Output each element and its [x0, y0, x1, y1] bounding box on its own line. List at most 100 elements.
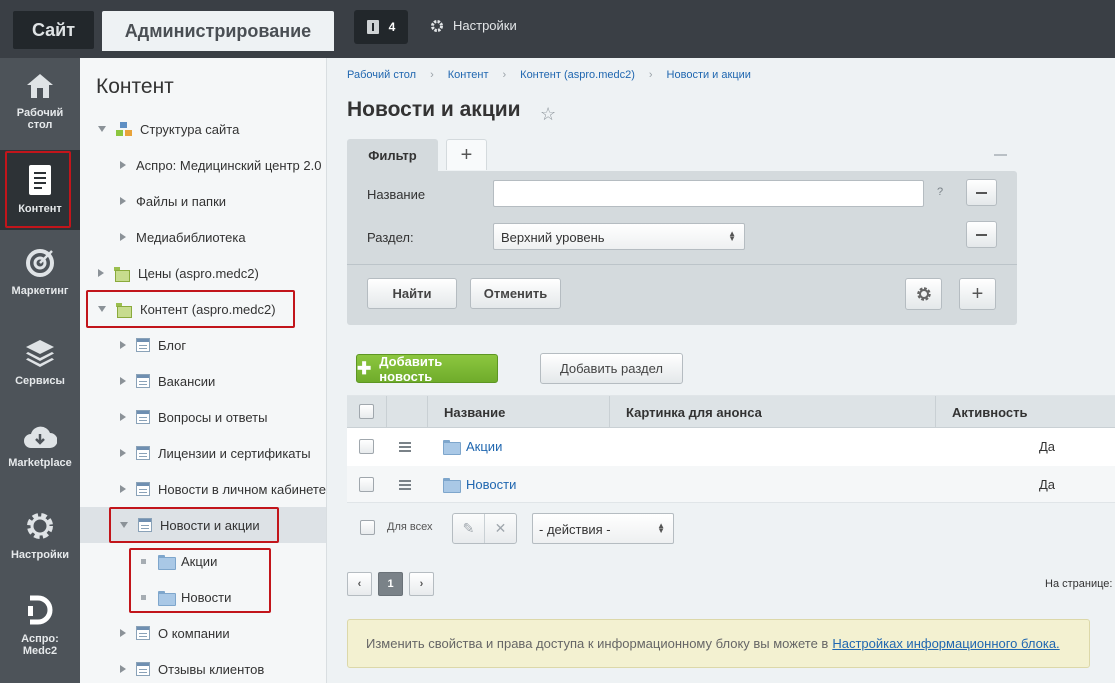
- breadcrumb-item[interactable]: Новости и акции: [667, 69, 751, 81]
- expand-arrow-icon[interactable]: [120, 629, 126, 637]
- filter-tab[interactable]: Фильтр: [347, 139, 438, 172]
- actions-select-value: - действия -: [539, 522, 611, 537]
- expand-arrow-icon[interactable]: [120, 161, 126, 169]
- tree-item-prices[interactable]: Цены (aspro.medc2): [80, 255, 326, 291]
- column-header-active[interactable]: Активность: [936, 396, 1115, 428]
- filter-section-select[interactable]: Верхний уровень ▲ ▼: [493, 223, 745, 250]
- tab-administration[interactable]: Администрирование: [102, 11, 334, 51]
- info-note: Изменить свойства и права доступа к инфо…: [347, 619, 1090, 668]
- breadcrumb-separator: ›: [502, 69, 507, 81]
- folder-icon: [443, 478, 461, 493]
- expand-arrow-icon[interactable]: [120, 449, 126, 457]
- menu-aspro-label-2: Medc2: [22, 645, 58, 657]
- tree-item-label: Файлы и папки: [136, 193, 227, 209]
- breadcrumb-separator: ›: [430, 69, 434, 81]
- tree-item-cabinet-news[interactable]: Новости в личном кабинете: [80, 471, 326, 507]
- row-active-value: Да: [1039, 439, 1056, 454]
- edit-pencil-icon[interactable]: ✎: [453, 514, 485, 543]
- top-settings-link[interactable]: Настройки: [430, 18, 517, 33]
- highlight-box: [109, 507, 279, 543]
- cancel-button[interactable]: Отменить: [470, 278, 561, 309]
- tree-item-site-structure[interactable]: Структура сайта: [80, 111, 326, 147]
- gear-icon: [431, 19, 443, 32]
- add-section-button[interactable]: Добавить раздел: [540, 353, 683, 384]
- top-bar: Сайт Администрирование 4 Настройки: [0, 0, 1115, 58]
- menu-settings[interactable]: Настройки: [0, 510, 80, 561]
- menu-marketplace[interactable]: Marketplace: [0, 424, 80, 469]
- favorite-star-icon[interactable]: ☆: [540, 104, 556, 125]
- filter-minimize-icon[interactable]: [994, 154, 1007, 156]
- breadcrumb-item[interactable]: Контент: [448, 69, 489, 81]
- tree-item-reviews[interactable]: Отзывы клиентов: [80, 651, 326, 683]
- prev-page-button[interactable]: ‹: [347, 572, 372, 596]
- expand-arrow-icon[interactable]: [98, 269, 104, 277]
- row-menu-icon[interactable]: [399, 480, 411, 482]
- remove-name-filter-button[interactable]: [966, 179, 997, 206]
- tree-item-faq[interactable]: Вопросы и ответы: [80, 399, 326, 435]
- expand-arrow-icon[interactable]: [120, 377, 126, 385]
- breadcrumb-item[interactable]: Контент (aspro.medc2): [520, 69, 635, 81]
- filter-name-input[interactable]: [493, 180, 924, 207]
- filter-settings-button[interactable]: [905, 278, 942, 310]
- select-all-checkbox[interactable]: [359, 404, 374, 419]
- table-row[interactable]: Акции Да: [347, 428, 1115, 466]
- table-header: Название Картинка для анонса Активность: [347, 396, 1115, 428]
- tree-item-label: Отзывы клиентов: [158, 661, 265, 677]
- row-name-link[interactable]: Новости: [443, 477, 516, 493]
- delete-x-icon[interactable]: ✕: [485, 514, 516, 543]
- row-active-value: Да: [1039, 477, 1056, 492]
- tree-item-label: Блог: [158, 337, 187, 353]
- add-filter-tab-button[interactable]: +: [446, 139, 487, 170]
- tree-item-aspro-medcenter[interactable]: Аспро: Медицинский центр 2.0: [80, 147, 326, 183]
- tab-site[interactable]: Сайт: [13, 11, 94, 49]
- tree-title: Контент: [96, 75, 174, 98]
- tree-item-files-folders[interactable]: Файлы и папки: [80, 183, 326, 219]
- expand-arrow-icon[interactable]: [120, 197, 126, 205]
- row-name-link[interactable]: Акции: [443, 439, 503, 455]
- add-filter-field-button[interactable]: +: [959, 278, 996, 310]
- add-news-label: Добавить новость: [379, 353, 443, 384]
- row-menu-icon[interactable]: [399, 442, 411, 444]
- notifications-count: 4: [388, 20, 396, 34]
- menu-aspro-medc2[interactable]: Аспро: Medc2: [0, 594, 80, 657]
- help-icon[interactable]: ?: [937, 186, 943, 198]
- breadcrumb-item[interactable]: Рабочий стол: [347, 69, 416, 81]
- notifications-button[interactable]: 4: [354, 10, 408, 44]
- actions-select[interactable]: - действия - ▲ ▼: [532, 513, 674, 544]
- list-toolbar: ✚ Добавить новость Добавить раздел: [347, 347, 1115, 396]
- remove-section-filter-button[interactable]: [966, 221, 997, 248]
- row-name: Акции: [466, 439, 503, 454]
- tree-item-blog[interactable]: Блог: [80, 327, 326, 363]
- tree-item-label: Вопросы и ответы: [158, 409, 268, 425]
- find-button[interactable]: Найти: [367, 278, 457, 309]
- tree-item-about[interactable]: О компании: [80, 615, 326, 651]
- expand-arrow-icon[interactable]: [120, 485, 126, 493]
- menu-services[interactable]: Сервисы: [0, 338, 80, 387]
- expand-arrow-icon[interactable]: [120, 413, 126, 421]
- for-all-checkbox[interactable]: [360, 520, 375, 535]
- row-checkbox[interactable]: [359, 439, 374, 454]
- menu-desktop[interactable]: Рабочий стол: [0, 72, 80, 131]
- expand-arrow-icon[interactable]: [98, 126, 106, 132]
- breadcrumb-separator: ›: [648, 69, 653, 81]
- info-text: Изменить свойства и права доступа к инфо…: [366, 636, 829, 651]
- next-page-button[interactable]: ›: [409, 572, 434, 596]
- expand-arrow-icon[interactable]: [120, 233, 126, 241]
- row-checkbox[interactable]: [359, 477, 374, 492]
- tree-item-media-library[interactable]: Медиабиблиотека: [80, 219, 326, 255]
- tree-item-vacancies[interactable]: Вакансии: [80, 363, 326, 399]
- table-row[interactable]: Новости Да: [347, 466, 1115, 504]
- iblock-icon: [136, 626, 150, 640]
- expand-arrow-icon[interactable]: [120, 341, 126, 349]
- menu-marketing[interactable]: Маркетинг: [0, 248, 80, 297]
- for-all-label: Для всех: [387, 521, 433, 533]
- column-header-preview-image[interactable]: Картинка для анонса: [610, 396, 936, 428]
- expand-arrow-icon[interactable]: [120, 665, 126, 673]
- iblock-settings-link[interactable]: Настройках информационного блока.: [832, 636, 1059, 651]
- iblock-icon: [136, 374, 150, 388]
- column-header-name[interactable]: Название: [428, 396, 610, 428]
- tree-item-licenses[interactable]: Лицензии и сертификаты: [80, 435, 326, 471]
- add-news-button[interactable]: ✚ Добавить новость: [356, 353, 498, 384]
- current-page[interactable]: 1: [378, 572, 403, 596]
- layers-icon: [26, 340, 54, 367]
